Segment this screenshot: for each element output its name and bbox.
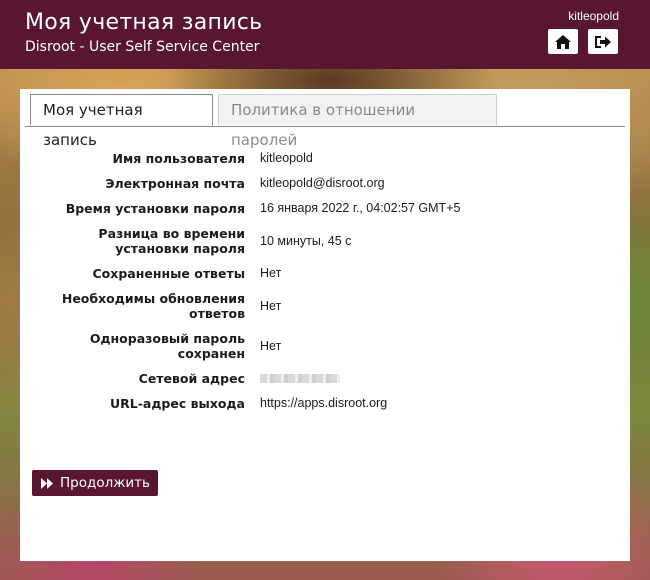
page-subtitle: Disroot - User Self Service Center [25, 39, 260, 55]
tab-bar: Моя учетная запись Политика в отношении … [25, 94, 625, 149]
username-label: kitleopold [568, 9, 619, 23]
tab-my-account[interactable]: Моя учетная запись [30, 94, 213, 149]
tab-password-policy[interactable]: Политика в отношении паролей [218, 94, 497, 149]
field-value: Нет [260, 299, 282, 313]
sign-out-icon [595, 35, 611, 48]
field-value: Нет [260, 266, 282, 280]
logout-button[interactable] [588, 29, 618, 54]
home-icon [555, 34, 571, 49]
account-panel: Моя учетная запись Политика в отношении … [20, 89, 630, 561]
field-value: kitleopold [260, 151, 313, 165]
header-bar: Моя учетная запись Disroot - User Self S… [0, 0, 650, 69]
page-title: Моя учетная запись [25, 10, 263, 35]
field-label: URL-адрес выхода [109, 396, 245, 411]
field-label: Имя пользователя [112, 151, 245, 166]
field-label: Одноразовый пароль сохранен [89, 331, 245, 361]
continue-button[interactable]: Продолжить [32, 470, 158, 496]
field-label: Время установки пароля [65, 201, 245, 216]
home-button[interactable] [548, 29, 578, 54]
field-value [260, 371, 340, 387]
fast-forward-icon [41, 477, 54, 489]
field-label: Электронная почта [105, 176, 245, 191]
field-value: Нет [260, 339, 282, 353]
field-value: 10 минуты, 45 с [260, 234, 352, 248]
field-label: Сохраненные ответы [92, 266, 246, 281]
field-label: Разница во времени установки пароля [98, 226, 245, 256]
continue-button-label: Продолжить [60, 475, 150, 491]
field-value: kitleopold@disroot.org [260, 176, 385, 190]
field-label: Необходимы обновления ответов [61, 291, 245, 321]
redacted-ip-address [260, 374, 340, 383]
field-value: 16 января 2022 г., 04:02:57 GMT+5 [260, 201, 461, 215]
field-label: Сетевой адрес [138, 371, 245, 386]
field-value: https://apps.disroot.org [260, 396, 388, 410]
